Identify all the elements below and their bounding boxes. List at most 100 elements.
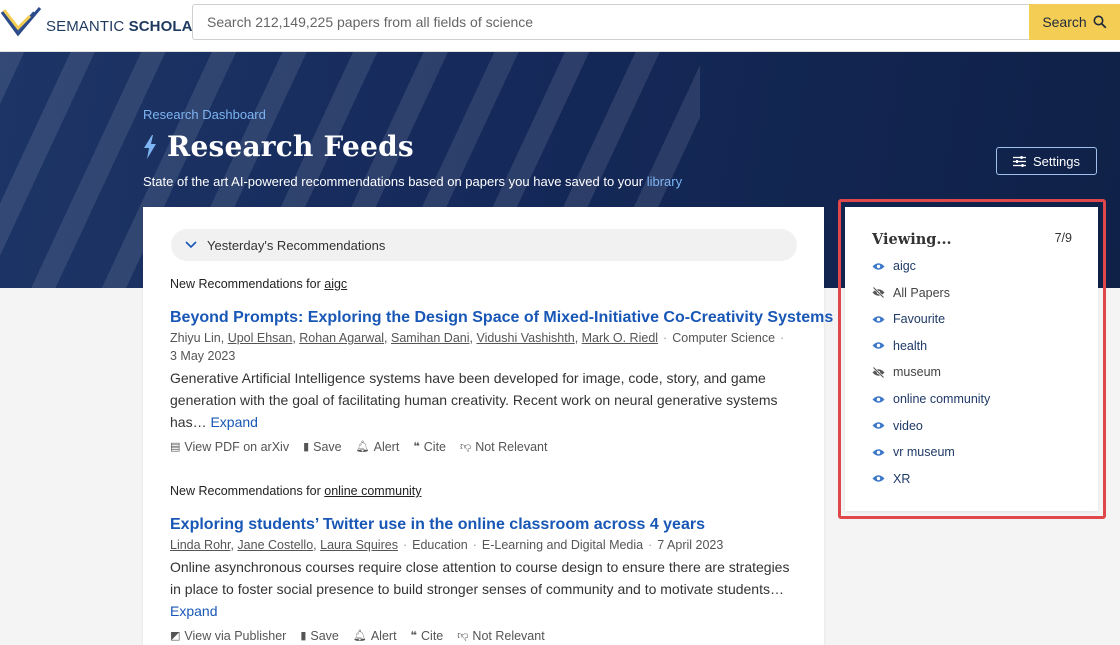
paper-field: Education [412,538,468,552]
expand-link[interactable]: Expand [170,603,217,619]
feed-filter-label: health [893,338,928,353]
group-topic-link[interactable]: online community [324,484,421,498]
separator: · [780,331,785,345]
top-bar: SEMANTIC SCHOLAR Search [0,0,1120,52]
breadcrumb[interactable]: Research Dashboard [143,107,266,122]
paper-field: Computer Science [672,331,776,345]
paper-title[interactable]: Exploring students’ Twitter use in the o… [170,516,705,534]
eye-icon [872,341,886,350]
author[interactable]: Rohan Agarwal [299,331,384,345]
eye-icon [872,315,886,324]
author[interactable]: Laura Squires [320,538,398,552]
feed-filter-label: museum [893,365,941,380]
eye-icon [872,448,886,457]
view-pdf-button[interactable]: ▤ View PDF on arXiv [170,440,289,454]
pdf-icon: ▤ [170,440,181,453]
feed-filter-label: video [893,418,923,433]
paper-meta: Zhiyu Lin, Upol Ehsan, Rohan Agarwal, Sa… [170,329,790,365]
eye-icon [872,395,886,404]
separator: · [648,538,653,552]
thumbs-down-icon: 👎︎ [457,629,469,642]
page-title: Research Feeds [143,130,414,163]
settings-label: Settings [1033,153,1080,169]
action-label: Cite [421,629,444,643]
author[interactable]: Zhiyu Lin [170,331,221,345]
feed-filter-item[interactable]: All Papers [872,286,950,300]
action-label: Save [310,629,339,643]
view-publisher-button[interactable]: ◩ View via Publisher [170,629,286,643]
paper-date: 3 May 2023 [170,349,236,363]
action-label: Save [313,440,342,454]
settings-button[interactable]: Settings [996,147,1097,175]
page-title-text: Research Feeds [167,130,414,163]
chevron-down-icon [185,241,197,249]
group-heading-online-community: New Recommendations for online community [170,484,422,498]
action-label: View via Publisher [184,629,287,643]
bell-icon: 🔔︎ [355,440,370,453]
alert-button[interactable]: 🔔︎ Alert [353,629,397,643]
author[interactable]: Linda Rohr [170,538,230,552]
viewing-panel: Viewing... 7/9 aigc All Papers Favourite he… [845,207,1098,511]
not-relevant-button[interactable]: 👎︎ Not Relevant [460,440,547,454]
bookmark-icon: ▮ [303,440,310,453]
yesterday-recommendations-toggle[interactable]: Yesterday's Recommendations [171,229,797,261]
viewing-count: 7/9 [1054,231,1072,245]
separator: · [402,538,408,552]
page-subtitle: State of the art AI-powered recommendati… [143,174,682,189]
feed-filter-label: All Papers [893,285,950,300]
recommendation-feed: Yesterday's Recommendations New Recommen… [143,207,833,645]
cite-button[interactable]: ❝ Cite [413,440,446,454]
author[interactable]: Jane Costello [237,538,313,552]
author[interactable]: Upol Ehsan [228,331,293,345]
eye-icon [872,421,886,430]
search-button[interactable]: Search [1029,4,1120,40]
author[interactable]: Samihan Dani [391,331,470,345]
feed-filter-item[interactable]: museum [872,365,941,379]
abstract-text: Online asynchronous courses require clos… [170,559,790,597]
logo-icon [0,7,42,37]
action-label: View PDF on arXiv [184,440,290,454]
viewing-title: Viewing... [872,231,952,248]
action-label: Not Relevant [472,629,545,643]
semantic-scholar-logo[interactable]: SEMANTIC SCHOLAR [0,4,203,40]
search-button-label: Search [1042,14,1087,30]
feed-filter-item[interactable]: online community [872,392,990,406]
thumbs-down-icon: 👎︎ [460,440,472,453]
cite-button[interactable]: ❝ Cite [411,629,444,643]
feed-filter-item[interactable]: health [872,339,927,353]
action-label: Alert [373,440,400,454]
bookmark-icon: ▮ [300,629,307,642]
yesterday-label: Yesterday's Recommendations [207,237,386,253]
feed-filter-item[interactable]: video [872,419,923,433]
paper-abstract: Online asynchronous courses require clos… [170,556,800,622]
save-button[interactable]: ▮ Save [303,440,342,454]
eye-icon [872,262,886,271]
feed-filter-label: Favourite [893,312,946,327]
lightning-icon [144,134,156,159]
feed-filter-item[interactable]: aigc [872,259,916,273]
abstract-text: Generative Artificial Intelligence syste… [170,370,778,430]
eye-icon [872,474,886,483]
separator: · [472,538,477,552]
separator: · [663,331,668,345]
not-relevant-button[interactable]: 👎︎ Not Relevant [457,629,544,643]
feed-filter-item[interactable]: Favourite [872,312,945,326]
group-heading-aigc: New Recommendations for aigc [170,277,347,291]
author[interactable]: Mark O. Riedl [582,331,658,345]
sliders-icon [1013,155,1026,167]
feed-filter-item[interactable]: XR [872,472,910,486]
search-icon [1093,15,1107,29]
author[interactable]: Vidushi Vashishth [476,331,574,345]
search-input[interactable] [192,4,1030,40]
save-button[interactable]: ▮ Save [300,629,339,643]
eye-slash-icon [872,366,886,378]
group-topic-link[interactable]: aigc [324,277,347,291]
paper-title[interactable]: Beyond Prompts: Exploring the Design Spa… [170,309,833,327]
expand-link[interactable]: Expand [210,414,257,430]
action-label: Cite [423,440,447,454]
action-label: Alert [370,629,397,643]
feed-filter-item[interactable]: vr museum [872,445,955,459]
group-prefix: New Recommendations for [170,484,321,498]
library-link[interactable]: library [647,174,682,189]
alert-button[interactable]: 🔔︎ Alert [356,440,400,454]
